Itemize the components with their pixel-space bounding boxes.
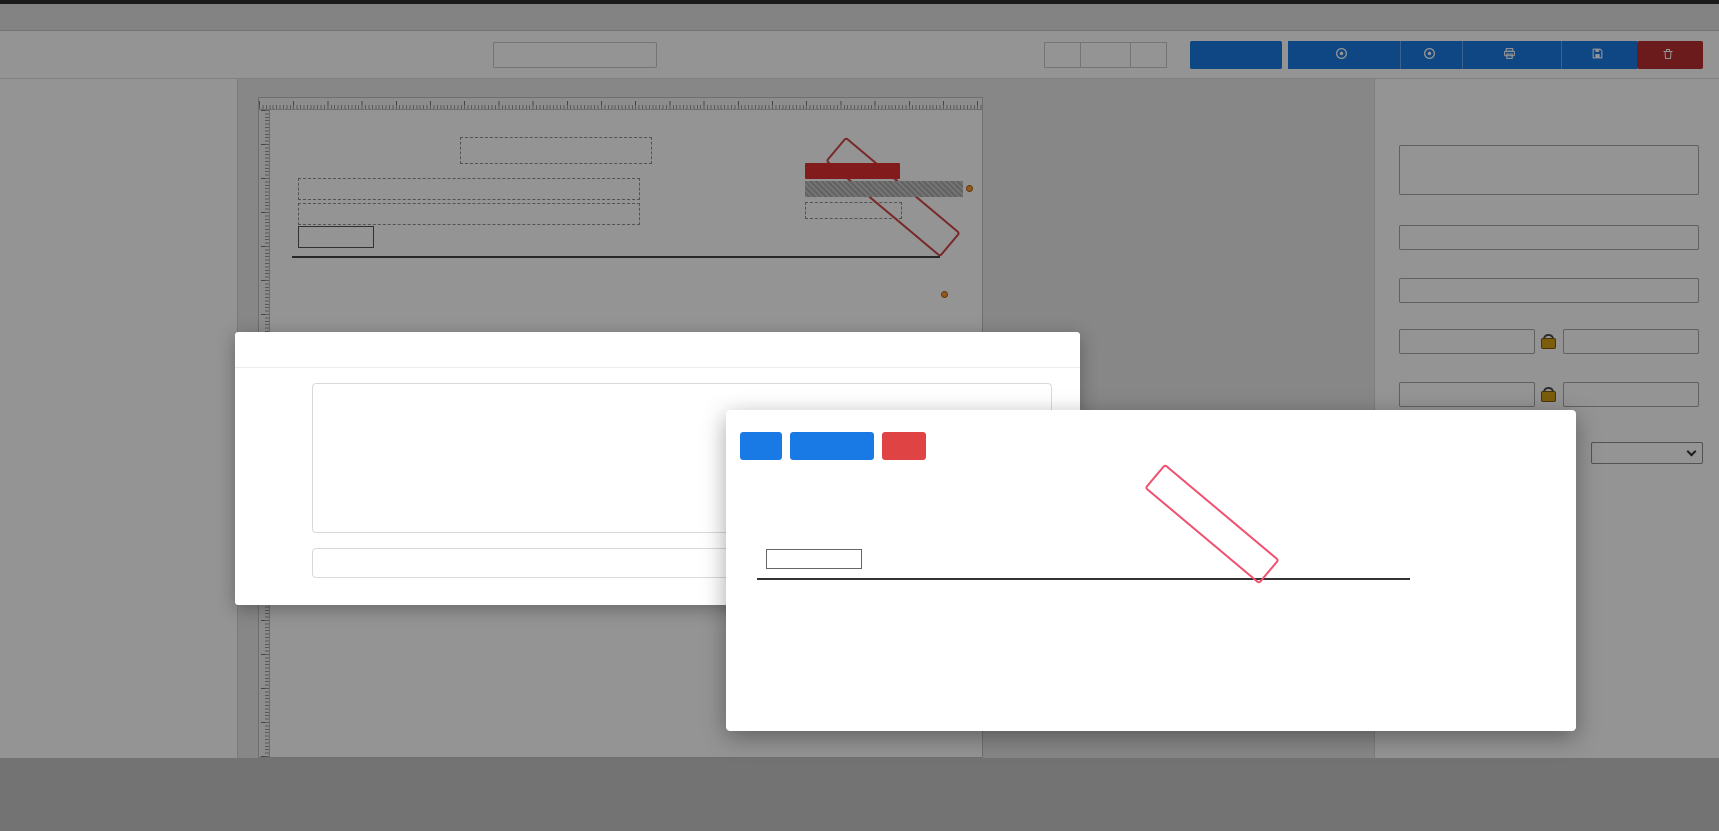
print-preview-modal (726, 410, 1576, 731)
export-pdf-button[interactable] (790, 432, 874, 460)
print-button[interactable] (740, 432, 782, 460)
modal-title (235, 332, 1080, 368)
app-window (0, 0, 1719, 831)
preview-drug-type (766, 549, 862, 569)
id-input[interactable] (312, 548, 745, 578)
inbound-stamp (1144, 463, 1280, 585)
preview-table (757, 578, 1410, 580)
close-preview-button[interactable] (882, 432, 926, 460)
